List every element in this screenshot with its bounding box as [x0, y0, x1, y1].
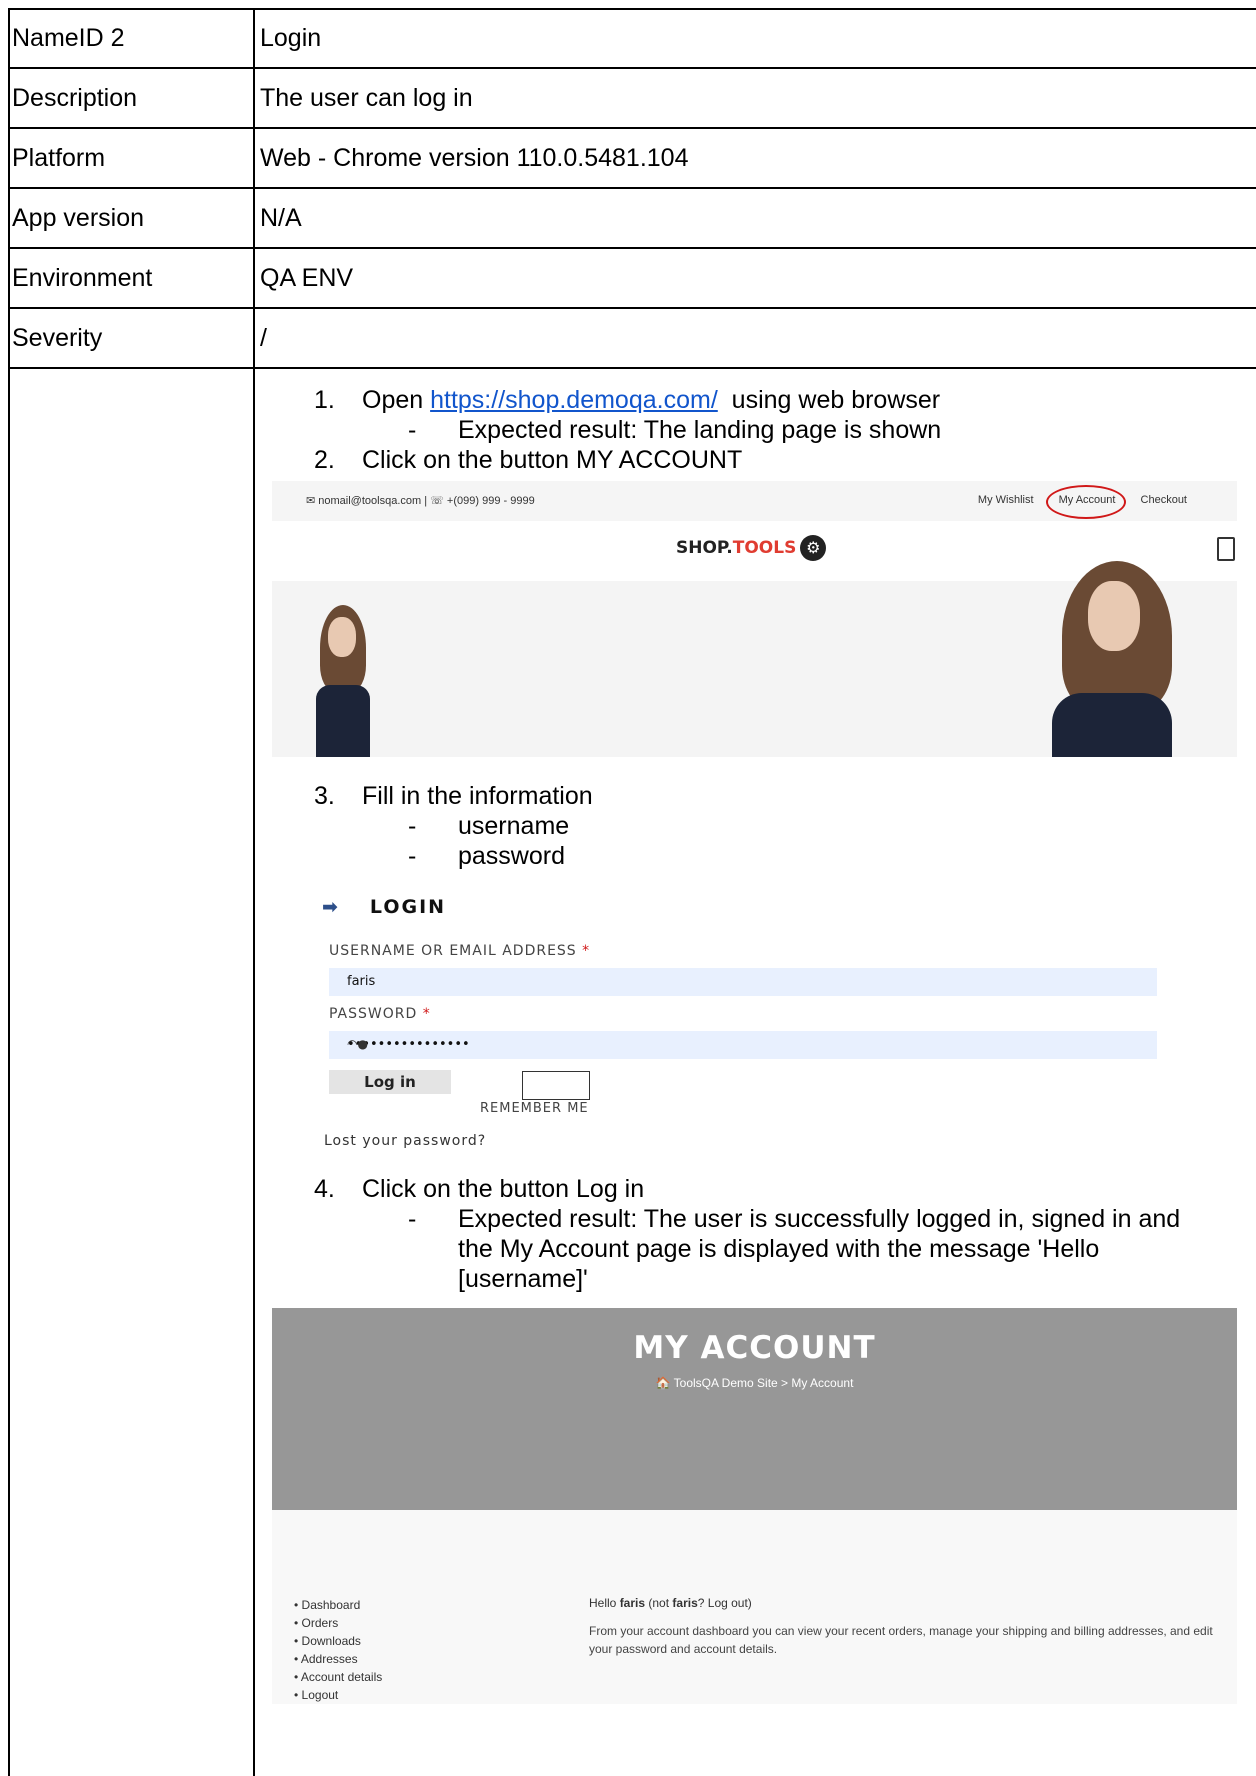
row-value-description: The user can log in	[260, 84, 473, 112]
step-number: 4.	[314, 1175, 335, 1203]
shopping-bag-icon[interactable]	[1217, 537, 1235, 561]
model-image-left	[302, 601, 392, 757]
row-divider	[8, 187, 1256, 189]
logout-link[interactable]: ? Log out)	[698, 1596, 752, 1610]
menu-item-logout[interactable]: Logout	[294, 1686, 382, 1704]
row-divider	[8, 307, 1256, 309]
login-form-screenshot: ➡ LOGIN USERNAME OR EMAIL ADDRESS * faris…	[322, 888, 1172, 1158]
password-label: PASSWORD *	[329, 1006, 431, 1022]
required-icon: *	[422, 1006, 431, 1022]
step-text: using web browser	[717, 386, 941, 414]
account-menu: Dashboard Orders Downloads Addresses Acc…	[294, 1596, 382, 1704]
remember-me-label: REMEMBER ME	[480, 1101, 589, 1116]
nav-checkout[interactable]: Checkout	[1141, 494, 1187, 506]
logo-shop-text: SHOP.	[676, 538, 733, 558]
step-4: 4. Click on the button Log in	[314, 1175, 644, 1204]
my-account-screenshot: MY ACCOUNT 🏠 ToolsQA Demo Site > My Acco…	[272, 1308, 1237, 1704]
column-divider	[253, 8, 255, 1776]
row-value-environment: QA ENV	[260, 264, 354, 292]
step-1-expected: - Expected result: The landing page is sh…	[408, 416, 941, 445]
step-number: 1.	[314, 386, 335, 414]
bullet-dash: -	[408, 812, 417, 840]
bullet-dash: -	[408, 416, 417, 444]
menu-item-dashboard[interactable]: Dashboard	[294, 1596, 382, 1614]
username-input[interactable]: faris	[329, 968, 1157, 996]
username-label: USERNAME OR EMAIL ADDRESS *	[329, 943, 590, 959]
row-label-severity: Severity	[12, 324, 103, 352]
expected-text-line-1: Expected result: The user is successfull…	[458, 1205, 1181, 1233]
password-label-text: PASSWORD	[329, 1006, 418, 1022]
step-text: Fill in the information	[362, 782, 593, 810]
row-label-nameid: NameID 2	[12, 24, 125, 52]
menu-item-addresses[interactable]: Addresses	[294, 1650, 382, 1668]
step-4-expected: - Expected result: The user is successful…	[408, 1205, 1180, 1234]
account-header: MY ACCOUNT 🏠 ToolsQA Demo Site > My Acco…	[272, 1308, 1237, 1510]
hello-mid: (not	[645, 1596, 673, 1610]
highlight-circle	[1046, 485, 1126, 519]
dashboard-description: From your account dashboard you can view…	[589, 1624, 1213, 1656]
shop-link[interactable]: https://shop.demoqa.com/	[430, 386, 718, 414]
menu-item-account-details[interactable]: Account details	[294, 1668, 382, 1686]
login-arrow-icon: ➡	[322, 896, 340, 918]
required-icon: *	[582, 943, 591, 959]
row-divider	[8, 247, 1256, 249]
menu-item-downloads[interactable]: Downloads	[294, 1632, 382, 1650]
account-title: MY ACCOUNT	[633, 1330, 876, 1366]
gear-logo-icon: ⚙	[800, 535, 827, 561]
row-label-environment: Environment	[12, 264, 153, 292]
step-1: 1. Open https://shop.demoqa.com/ using we…	[314, 386, 940, 415]
row-label-app-version: App version	[12, 204, 145, 232]
lost-password-link[interactable]: Lost your password?	[324, 1133, 486, 1149]
shop-logo: SHOP.TOOLS ⚙	[676, 535, 827, 561]
step-4-expected-line-2: the My Account page is displayed with th…	[458, 1235, 1100, 1263]
hello-prefix: Hello	[589, 1596, 620, 1610]
breadcrumb[interactable]: 🏠 ToolsQA Demo Site > My Account	[272, 1376, 1237, 1390]
username-label-text: USERNAME OR EMAIL ADDRESS	[329, 943, 577, 959]
menu-item-orders[interactable]: Orders	[294, 1614, 382, 1632]
bullet-dash: -	[408, 1205, 417, 1233]
show-password-eye-icon[interactable]: ◠●	[347, 1037, 1139, 1051]
step-4-expected-line-3: [username]'	[458, 1265, 588, 1293]
hello-username-2: faris	[672, 1596, 698, 1610]
row-divider	[8, 67, 1256, 69]
row-value-nameid: Login	[260, 24, 322, 52]
step-text: Click on the button MY ACCOUNT	[362, 446, 743, 474]
login-title: ➡ LOGIN	[322, 896, 446, 918]
item-text: username	[458, 812, 570, 840]
row-value-severity: /	[260, 324, 267, 352]
landing-page-screenshot: ✉ nomail@toolsqa.com | ☏ +(099) 999 - 99…	[272, 481, 1237, 757]
password-input[interactable]: •••••••••••••••• ◠●	[329, 1031, 1157, 1059]
step-text: Open	[362, 386, 431, 414]
login-title-text: LOGIN	[369, 896, 447, 918]
step-number: 3.	[314, 782, 335, 810]
logo-tools-text: TOOLS	[732, 538, 797, 558]
expected-text: Expected result: The landing page is sho…	[458, 416, 942, 444]
contact-info: ✉ nomail@toolsqa.com | ☏ +(099) 999 - 99…	[306, 495, 535, 507]
row-label-platform: Platform	[12, 144, 106, 172]
row-value-platform: Web - Chrome version 110.0.5481.104	[260, 144, 689, 172]
hello-username: faris	[619, 1596, 646, 1610]
row-divider	[8, 127, 1256, 129]
table-top-border	[8, 8, 1256, 10]
step-2: 2. Click on the button MY ACCOUNT	[314, 446, 742, 475]
row-divider	[8, 367, 1256, 369]
step-3-item-username: - username	[408, 812, 569, 841]
item-text: password	[458, 842, 565, 870]
login-button[interactable]: Log in	[329, 1070, 451, 1094]
step-3: 3. Fill in the information	[314, 782, 593, 811]
hello-message: Hello faris (not faris? Log out)	[589, 1596, 752, 1610]
username-value: faris	[347, 974, 376, 989]
model-image-right	[1032, 561, 1192, 757]
nav-wishlist[interactable]: My Wishlist	[978, 494, 1034, 506]
row-value-app-version: N/A	[260, 204, 302, 232]
bullet-dash: -	[408, 842, 417, 870]
step-3-item-password: - password	[408, 842, 565, 871]
remember-me-checkbox[interactable]	[522, 1071, 590, 1100]
hero-banner	[272, 561, 1237, 757]
step-text: Click on the button Log in	[362, 1175, 645, 1203]
row-label-description: Description	[12, 84, 138, 112]
step-number: 2.	[314, 446, 335, 474]
